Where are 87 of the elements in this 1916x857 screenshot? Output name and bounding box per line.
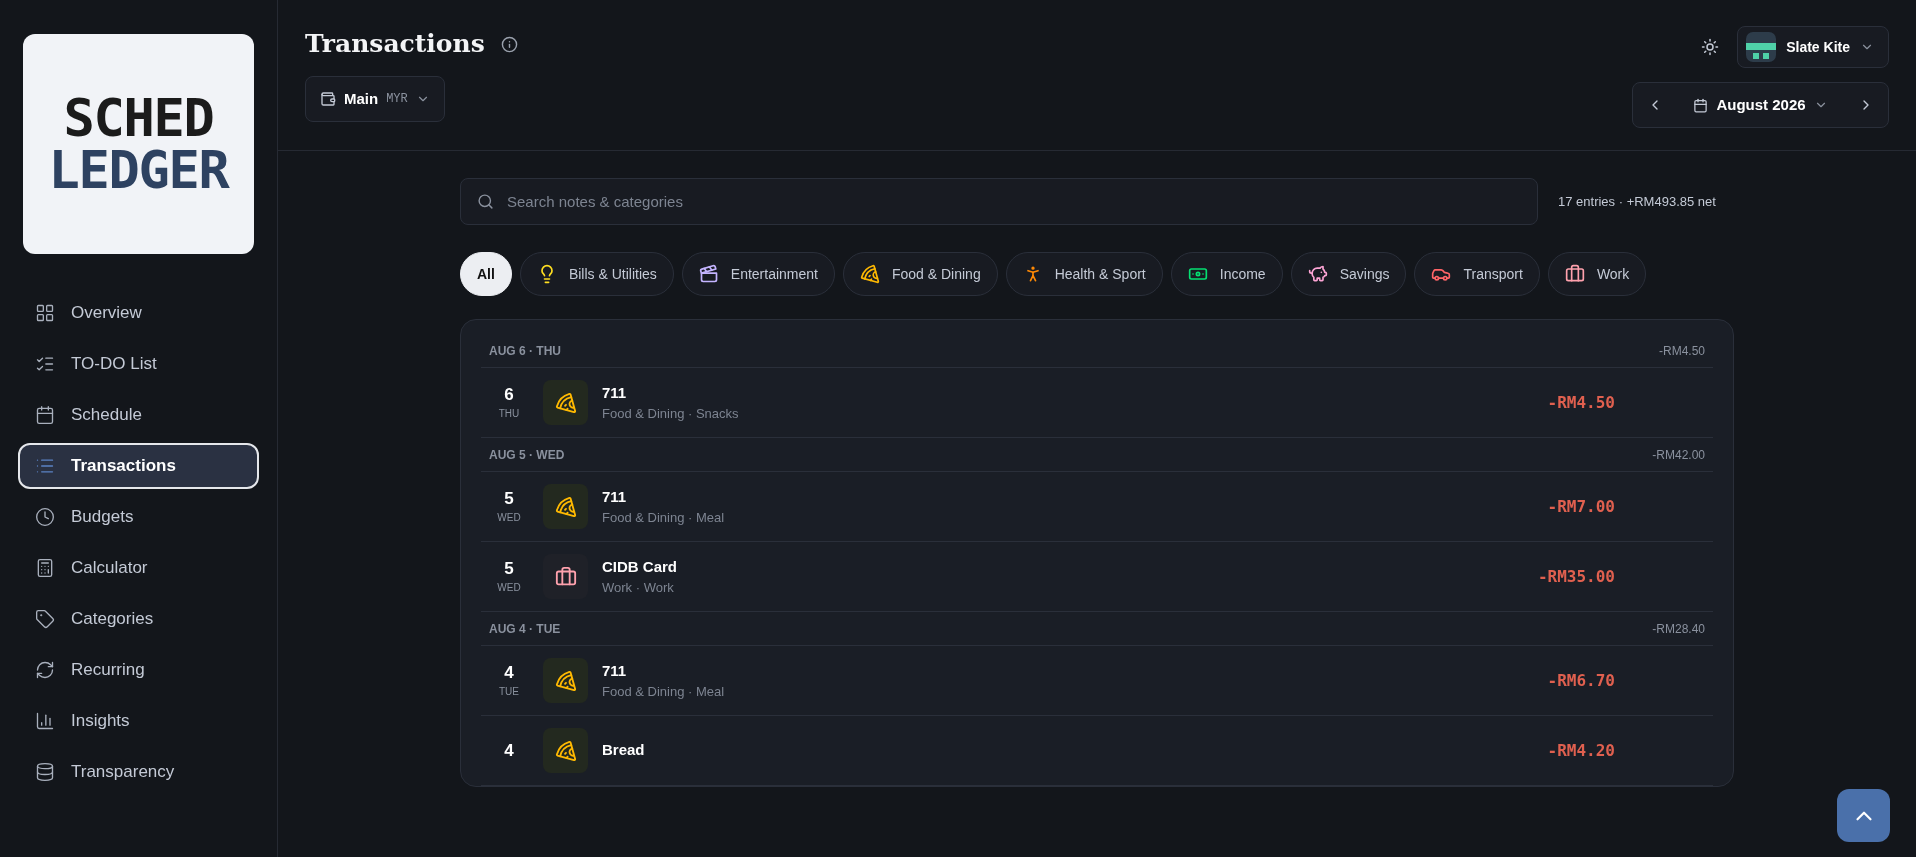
category-chip[interactable]: Transport [1414,252,1540,296]
pizza-icon [554,739,577,762]
account-selector[interactable]: Main MYR [305,76,445,122]
briefcase-icon [1564,264,1585,284]
day-number: 4 [504,739,514,762]
transaction-row[interactable]: 5 WED 711 Food & Dining · Meal -RM7.00 [481,472,1713,542]
transaction-title: 711 [602,486,628,507]
weekday: THU [498,406,520,421]
date-heading: AUG 4 · TUE [489,620,561,638]
transaction-category: Food & Dining · Meal [602,509,726,527]
transaction-row[interactable]: 4 TUE 711 Food & Dining · Meal -RM6.70 [481,646,1713,716]
grid-icon [35,303,55,323]
profile-button[interactable]: Slate Kite [1737,26,1889,68]
info-icon[interactable] [500,35,518,53]
category-chip[interactable]: Bills & Utilities [519,252,674,296]
database-icon [35,762,55,782]
pizza-icon [554,495,577,518]
clapperboard-icon [698,264,719,284]
weekday: WED [497,580,521,595]
category-chip[interactable]: Savings [1290,252,1407,296]
day-number: 4 [504,662,514,684]
currency-code: MYR [386,91,408,108]
weekday: TUE [499,684,519,699]
transaction-amount: -RM4.50 [1547,391,1615,414]
month-picker[interactable]: August 2026 [1693,93,1828,117]
page-title: Transactions [305,28,485,61]
account-name: Main [344,88,379,109]
nav-item[interactable]: Insights [18,698,259,744]
nav-item[interactable]: Overview [18,290,259,336]
transaction-category: Work · Work [602,579,675,597]
nav-item[interactable]: Schedule [18,392,259,438]
category-chip[interactable]: All [460,252,512,296]
transaction-row[interactable]: 5 WED CIDB Card Work · Work -RM35.00 [481,542,1713,612]
calendar-icon [35,405,55,425]
day-total: -RM4.50 [1659,342,1705,360]
transaction-amount: -RM4.20 [1547,739,1615,762]
transaction-amount: -RM6.70 [1547,669,1615,692]
transaction-title: 711 [602,382,628,403]
transaction-row[interactable]: 6 THU 711 Food & Dining · Snacks -RM4.50 [481,368,1713,438]
transaction-category: Food & Dining · Meal [602,683,726,701]
avatar-icon [1746,32,1777,62]
day-number: 5 [504,558,514,580]
day-total: -RM28.40 [1652,620,1705,638]
day-number: 6 [504,384,514,406]
nav-item[interactable]: Recurring [18,647,259,693]
nav-item[interactable]: Categories [18,596,259,642]
weekday: WED [497,510,521,525]
bar-chart-icon [35,711,55,731]
nav-item[interactable]: Calculator [18,545,259,591]
day-number: 5 [504,488,514,510]
scroll-to-top-button[interactable] [1837,789,1890,842]
pizza-icon [554,669,577,692]
transaction-title: CIDB Card [602,556,678,577]
transaction-amount: -RM7.00 [1547,495,1615,518]
nav-item[interactable]: TO-DO List [18,341,259,387]
nav-item[interactable]: Budgets [18,494,259,540]
date-heading: AUG 6 · THU [489,342,561,360]
refresh-icon [35,660,55,680]
tag-icon [35,609,55,629]
transaction-row[interactable]: 4 Bread -RM4.20 [481,716,1713,786]
logo: SCHED LEDGER [23,34,254,254]
category-chip[interactable]: Income [1170,252,1283,296]
entries-summary: 17 entries · +RM493.85 net [1558,192,1716,211]
category-chip[interactable]: Health & Sport [1005,252,1163,296]
pizza-icon [859,264,880,284]
wallet-icon [320,91,336,107]
transaction-amount: -RM35.00 [1537,565,1615,588]
transaction-title: 711 [602,660,628,681]
date-heading: AUG 5 · WED [489,446,565,464]
category-chip[interactable]: Entertainment [681,252,835,296]
briefcase-icon [554,565,577,588]
search-field[interactable]: Search notes & categories [460,178,1538,225]
search-icon [477,193,494,210]
calculator-icon [35,558,55,578]
nav-item[interactable]: Transparency [18,749,259,795]
sun-icon[interactable] [1701,38,1720,56]
category-chip[interactable]: Food & Dining [842,252,998,296]
category-chip[interactable]: Work [1547,252,1647,296]
day-total: -RM42.00 [1652,446,1705,464]
calendar-icon [1693,97,1709,113]
nav-item[interactable]: Transactions [18,443,259,489]
checklist-icon [35,354,55,374]
pizza-icon [554,391,577,414]
clock-icon [35,507,55,527]
transaction-title: Bread [602,740,646,761]
transaction-category: Food & Dining · Snacks [602,405,740,423]
piggy-bank-icon [1307,264,1328,284]
